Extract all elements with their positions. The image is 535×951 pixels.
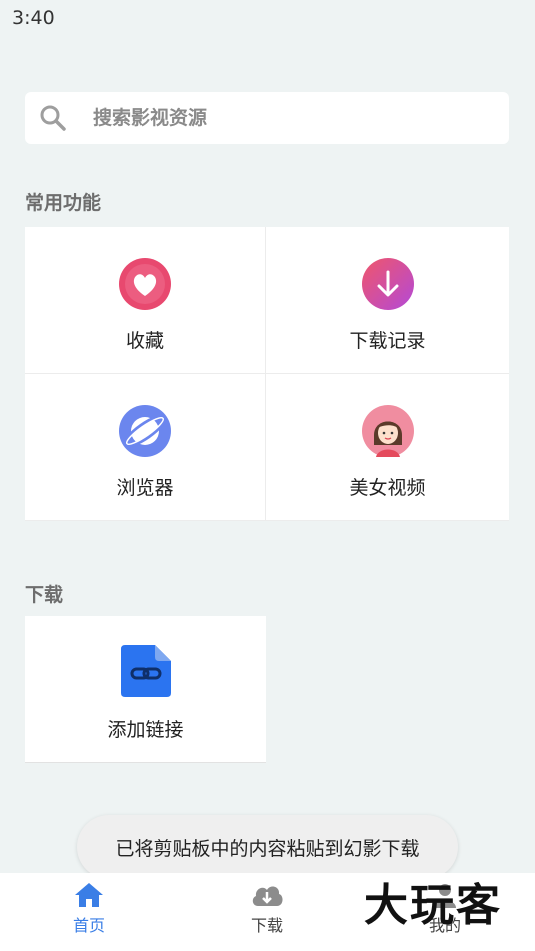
link-file-icon	[120, 645, 171, 697]
search-bar[interactable]	[25, 92, 509, 144]
add-link-item[interactable]: 添加链接	[25, 616, 266, 763]
cloud-download-icon	[252, 886, 283, 906]
search-input[interactable]	[93, 107, 453, 129]
search-icon	[40, 105, 66, 131]
download-history-label: 下载记录	[349, 330, 426, 352]
download-history-item[interactable]: 下载记录	[266, 227, 509, 374]
add-link-label: 添加链接	[107, 719, 184, 741]
section-title-common: 常用功能	[25, 192, 102, 214]
nav-home-label: 首页	[72, 916, 105, 935]
toast-message: 已将剪贴板中的内容粘贴到幻影下载	[115, 837, 420, 860]
heart-icon	[119, 258, 171, 310]
status-bar: 3:40	[0, 0, 535, 40]
nav-download[interactable]: 下载	[178, 873, 356, 951]
planet-browser-icon	[119, 405, 171, 457]
nav-download-label: 下载	[250, 916, 283, 935]
download-arrow-icon	[361, 258, 414, 310]
clipboard-toast: 已将剪贴板中的内容粘贴到幻影下载	[77, 815, 458, 879]
section-title-download: 下载	[25, 584, 64, 606]
watermark-logo: 大玩客	[364, 880, 502, 931]
favorites-label: 收藏	[125, 330, 164, 352]
beauty-video-label: 美女视频	[349, 477, 426, 499]
browser-item[interactable]: 浏览器	[25, 374, 266, 521]
common-functions-grid: 收藏 下载记录 浏览器 美女视频	[25, 227, 509, 521]
beauty-video-item[interactable]: 美女视频	[266, 374, 509, 521]
home-icon	[75, 883, 103, 907]
girl-avatar-icon	[361, 405, 414, 457]
status-time: 3:40	[12, 7, 55, 29]
favorites-item[interactable]: 收藏	[25, 227, 266, 374]
nav-home[interactable]: 首页	[0, 873, 178, 951]
browser-label: 浏览器	[116, 477, 174, 499]
